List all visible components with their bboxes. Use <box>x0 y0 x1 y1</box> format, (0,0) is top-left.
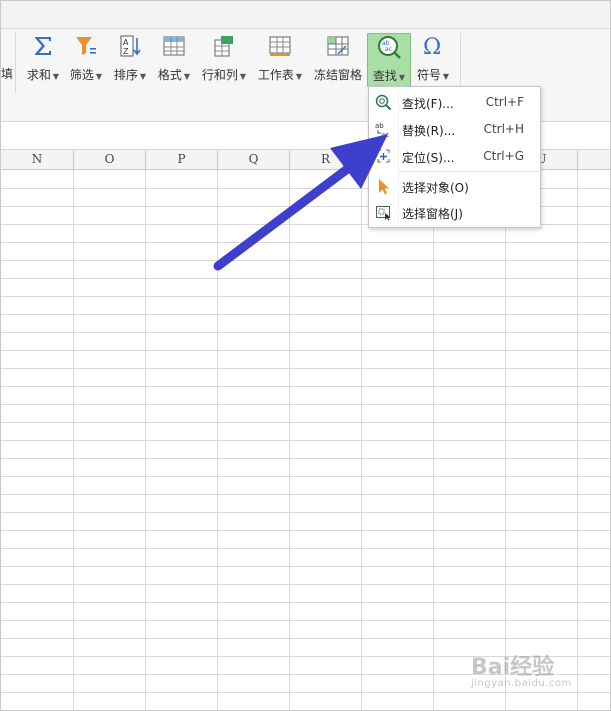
menu-item-label: 替换(R)... <box>402 124 456 138</box>
freeze-panes-icon <box>325 33 351 59</box>
chevron-down-icon: ▼ <box>295 72 303 81</box>
symbol-label: 符号 <box>416 68 441 82</box>
svg-text:ac: ac <box>385 46 392 53</box>
column-header-q[interactable]: Q <box>218 150 290 169</box>
watermark: Bai经验 jingyan.baidu.com <box>471 649 599 693</box>
sort-label: 排序 <box>113 68 138 82</box>
menu-item-shortcut: Ctrl+G <box>483 149 524 163</box>
filter-button[interactable]: 筛选 ▼ <box>68 33 104 85</box>
chevron-down-icon: ▼ <box>139 72 147 81</box>
svg-text:A: A <box>123 38 129 47</box>
chevron-down-icon: ▼ <box>95 72 103 81</box>
menu-item-label: 定位(S)... <box>402 151 455 165</box>
magnifier-icon <box>375 94 392 111</box>
chevron-down-icon: ▼ <box>398 73 406 82</box>
column-header-o[interactable]: O <box>74 150 146 169</box>
menu-item-label: 选择对象(O) <box>402 181 469 195</box>
svg-text:Z: Z <box>123 47 129 56</box>
menu-item-replace[interactable]: ab ac 替换(R)... Ctrl+H <box>369 116 540 142</box>
svg-text:ac: ac <box>381 131 389 138</box>
column-header-partial[interactable] <box>578 150 610 169</box>
worksheet-label: 工作表 <box>257 68 294 82</box>
sigma-icon <box>30 33 56 59</box>
rows-columns-button[interactable]: 行和列 ▼ <box>200 33 248 85</box>
chevron-down-icon: ▼ <box>239 72 247 81</box>
ribbon-tab-strip <box>1 1 610 29</box>
cell-grid[interactable] <box>1 170 610 710</box>
worksheet-icon <box>267 33 293 59</box>
truncated-tool-label: 填 <box>1 67 14 81</box>
selection-pane-icon <box>375 204 392 221</box>
chevron-down-icon: ▼ <box>52 72 60 81</box>
find-label: 查找 <box>372 69 397 83</box>
menu-item-goto[interactable]: 定位(S)... Ctrl+G <box>369 143 540 169</box>
column-header-p[interactable]: P <box>146 150 218 169</box>
symbol-button[interactable]: Ω 符号 ▼ <box>415 33 451 85</box>
chevron-down-icon: ▼ <box>442 72 450 81</box>
menu-item-selection-pane[interactable]: 选择窗格(J) <box>369 199 540 225</box>
format-button[interactable]: 格式 ▼ <box>156 33 192 85</box>
freeze-panes-button[interactable]: 冻结窗格 <box>312 33 364 85</box>
menu-item-select-objects[interactable]: 选择对象(O) <box>369 173 540 199</box>
find-replace-icon: ab ac <box>376 34 402 60</box>
filter-funnel-icon <box>73 33 99 59</box>
column-header-r[interactable]: R <box>290 150 362 169</box>
spreadsheet-window: 填 求和 ▼ 筛选 ▼ AZ 排序 ▼ 格式 ▼ 行和列 ▼ 工作表 ▼ 冻结窗… <box>0 0 611 711</box>
watermark-brand: Bai经验 <box>471 655 555 680</box>
freeze-panes-label: 冻结窗格 <box>313 68 362 82</box>
svg-text:ab: ab <box>375 122 384 130</box>
chevron-down-icon: ▼ <box>183 72 191 81</box>
filter-label: 筛选 <box>69 68 94 82</box>
format-table-icon <box>161 33 187 59</box>
ribbon-group-separator <box>460 33 461 91</box>
svg-text:Ω: Ω <box>423 35 441 58</box>
menu-item-shortcut: Ctrl+F <box>485 95 524 109</box>
menu-item-shortcut: Ctrl+H <box>483 122 524 136</box>
replace-ab-icon: ab ac <box>375 121 392 139</box>
goto-icon <box>375 148 392 165</box>
omega-icon: Ω <box>420 33 446 59</box>
menu-separator <box>399 171 539 172</box>
format-label: 格式 <box>157 68 182 82</box>
column-header-n[interactable]: N <box>1 150 74 169</box>
sum-button[interactable]: 求和 ▼ <box>25 33 61 85</box>
sum-label: 求和 <box>26 68 51 82</box>
sort-az-icon: AZ <box>117 33 143 59</box>
find-button[interactable]: ab ac 查找 ▼ <box>367 33 411 87</box>
sort-button[interactable]: AZ 排序 ▼ <box>112 33 148 85</box>
rows-columns-label: 行和列 <box>201 68 238 82</box>
menu-item-label: 查找(F)... <box>402 97 454 111</box>
rows-columns-icon <box>211 33 237 59</box>
menu-item-label: 选择窗格(J) <box>402 207 463 221</box>
menu-item-find[interactable]: 查找(F)... Ctrl+F <box>369 89 540 115</box>
select-arrow-icon <box>375 178 392 195</box>
watermark-site: jingyan.baidu.com <box>471 678 572 689</box>
find-dropdown-menu: 查找(F)... Ctrl+F ab ac 替换(R)... Ctrl+H 定位(… <box>368 86 541 228</box>
ribbon-separator <box>15 33 16 93</box>
worksheet-button[interactable]: 工作表 ▼ <box>256 33 304 85</box>
